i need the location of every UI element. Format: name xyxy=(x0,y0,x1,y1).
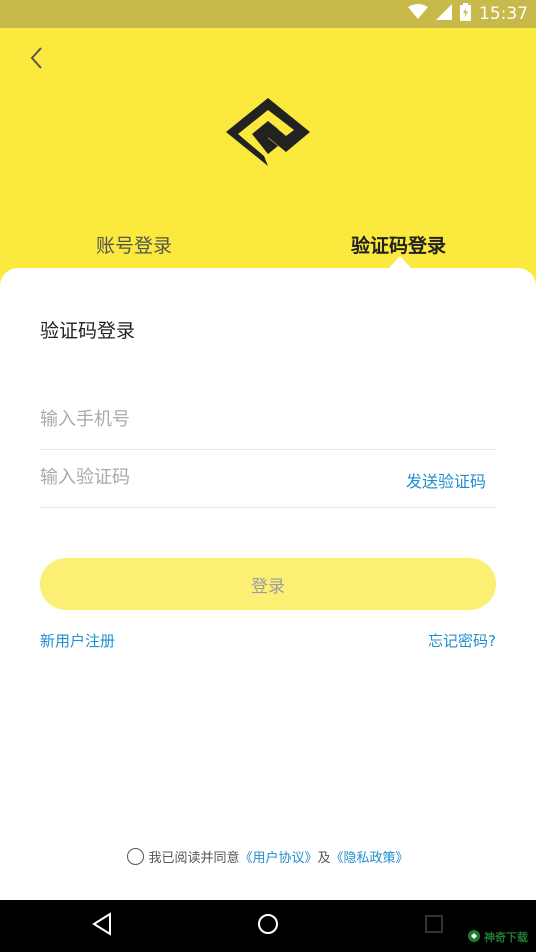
login-tabs: 账号登录 验证码登录 xyxy=(0,228,536,264)
send-code-button[interactable]: 发送验证码 xyxy=(406,468,486,492)
code-input[interactable] xyxy=(40,458,380,496)
agreement-checkbox[interactable] xyxy=(127,847,145,865)
brand-logo xyxy=(224,96,312,168)
wifi-icon xyxy=(408,4,428,24)
nav-home-button[interactable] xyxy=(252,910,284,942)
register-link[interactable]: 新用户注册 xyxy=(40,630,115,651)
privacy-policy-link[interactable]: 《隐私政策》 xyxy=(331,847,409,866)
status-bar: 15:37 xyxy=(0,0,536,28)
agreement-row: 我已阅读并同意 《用户协议》 及 《隐私政策》 xyxy=(0,846,536,866)
phone-field xyxy=(40,388,496,450)
forgot-password-link[interactable]: 忘记密码? xyxy=(428,630,496,651)
tab-account-login[interactable]: 账号登录 xyxy=(96,228,172,264)
chevron-left-icon xyxy=(29,46,43,74)
watermark: 神奇下载 xyxy=(467,928,528,946)
status-icons: 15:37 xyxy=(408,3,528,25)
phone-input[interactable] xyxy=(40,400,380,438)
status-time: 15:37 xyxy=(479,4,528,24)
nav-back-button[interactable] xyxy=(86,910,118,942)
circle-home-icon xyxy=(256,912,280,940)
login-button[interactable]: 登录 xyxy=(40,558,496,610)
user-agreement-link[interactable]: 《用户协议》 xyxy=(239,847,317,866)
form-title: 验证码登录 xyxy=(40,320,136,342)
agreement-conjunction: 及 xyxy=(317,850,331,866)
back-button[interactable] xyxy=(22,46,50,74)
watermark-text: 神奇下载 xyxy=(484,931,528,944)
system-nav-bar: 神奇下载 xyxy=(0,900,536,952)
nav-recents-button[interactable] xyxy=(418,910,450,942)
triangle-back-icon xyxy=(91,912,113,940)
watermark-logo-icon xyxy=(467,929,481,946)
login-card: 验证码登录 发送验证码 登录 新用户注册 忘记密码? 我已阅读并同意 《用户协议… xyxy=(0,268,536,900)
agreement-prefix: 我已阅读并同意 xyxy=(148,850,240,866)
code-field: 发送验证码 xyxy=(40,446,496,508)
square-recents-icon xyxy=(423,913,445,939)
battery-icon xyxy=(460,3,471,25)
signal-icon xyxy=(436,4,452,24)
